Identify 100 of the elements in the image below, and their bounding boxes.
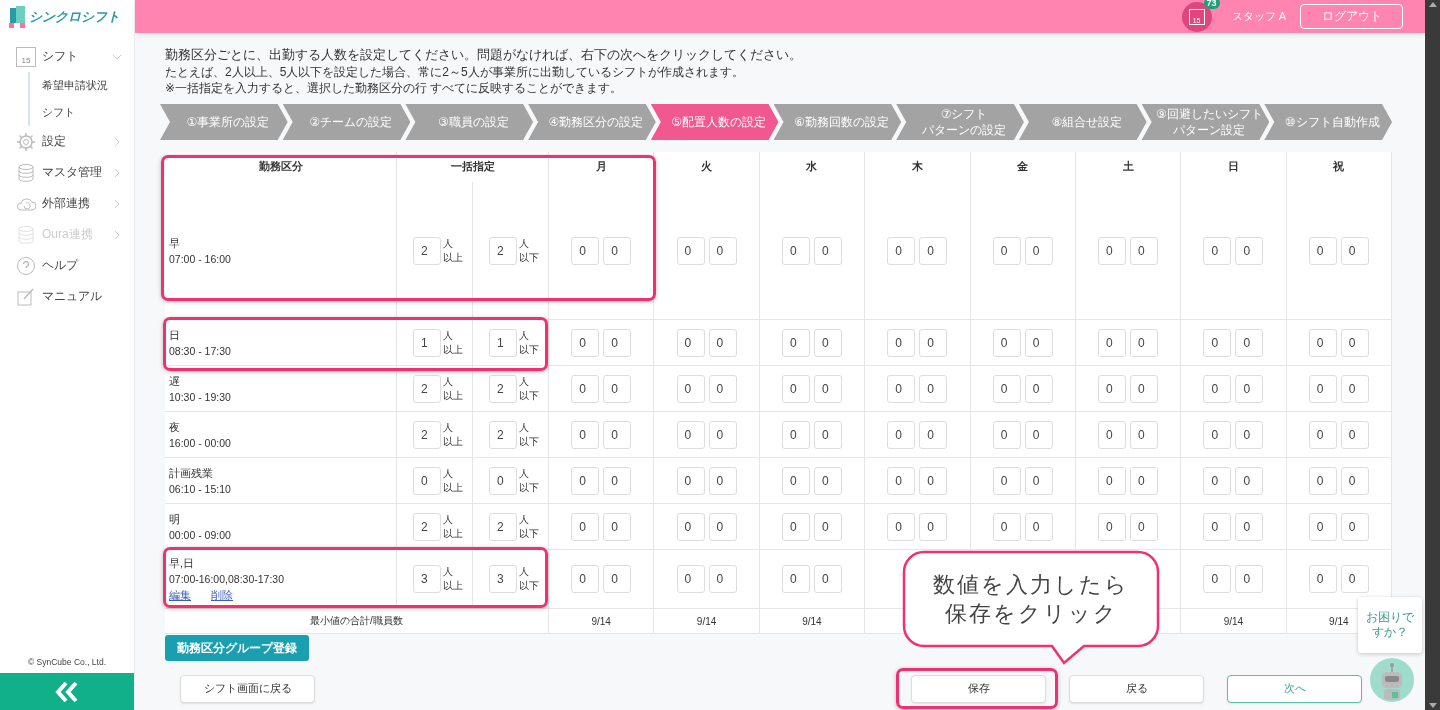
count-input[interactable]: 0	[1340, 466, 1369, 495]
count-input[interactable]: 0	[919, 512, 948, 541]
count-input[interactable]: 0	[1203, 328, 1232, 357]
scroll-up-icon[interactable]	[1427, 0, 1438, 10]
count-input[interactable]: 0	[1235, 420, 1264, 449]
count-input[interactable]: 0	[708, 420, 737, 449]
sidebar-item[interactable]: マニュアル	[0, 281, 134, 312]
count-input[interactable]: 0	[1098, 420, 1127, 449]
chevron-right-icon[interactable]	[112, 198, 122, 209]
count-input[interactable]: 0	[1340, 565, 1369, 593]
count-input[interactable]: 0	[813, 236, 842, 265]
count-input[interactable]: 0	[571, 512, 600, 541]
count-input[interactable]: 0	[1098, 512, 1127, 541]
count-input[interactable]: 0	[676, 512, 705, 541]
count-input[interactable]: 0	[603, 512, 632, 541]
count-input[interactable]: 1	[489, 328, 517, 357]
count-input[interactable]: 0	[1235, 512, 1264, 541]
count-input[interactable]: 0	[1098, 236, 1127, 265]
count-input[interactable]: 0	[813, 374, 842, 403]
count-input[interactable]: 2	[489, 420, 517, 449]
count-input[interactable]: 0	[676, 565, 705, 593]
count-input[interactable]: 0	[1235, 374, 1264, 403]
count-input[interactable]: 0	[1340, 420, 1369, 449]
count-input[interactable]: 2	[489, 512, 517, 541]
count-input[interactable]: 1	[413, 328, 441, 357]
count-input[interactable]: 0	[1024, 512, 1053, 541]
count-input[interactable]: 0	[489, 466, 517, 495]
count-input[interactable]: 0	[1235, 565, 1264, 593]
count-input[interactable]: 0	[603, 420, 632, 449]
count-input[interactable]: 0	[1308, 512, 1337, 541]
row-link[interactable]: 削除	[211, 587, 233, 603]
count-input[interactable]: 0	[676, 374, 705, 403]
chevron-right-icon[interactable]	[112, 167, 122, 178]
count-input[interactable]: 0	[781, 328, 810, 357]
count-input[interactable]: 0	[603, 466, 632, 495]
count-input[interactable]: 2	[413, 420, 441, 449]
count-input[interactable]: 0	[708, 565, 737, 593]
count-input[interactable]: 0	[813, 420, 842, 449]
count-input[interactable]: 0	[781, 466, 810, 495]
sidebar-item[interactable]: 15 シフト	[0, 41, 134, 72]
sidebar-item[interactable]: マスタ管理	[0, 157, 134, 188]
count-input[interactable]: 0	[571, 420, 600, 449]
sidebar-item[interactable]: 外部連携	[0, 188, 134, 219]
count-input[interactable]: 0	[887, 236, 916, 265]
count-input[interactable]: 0	[708, 328, 737, 357]
count-input[interactable]: 0	[571, 236, 600, 265]
count-input[interactable]: 0	[919, 420, 948, 449]
count-input[interactable]: 2	[413, 512, 441, 541]
count-input[interactable]: 0	[992, 512, 1021, 541]
collapse-button[interactable]	[0, 673, 134, 710]
action-button[interactable]: 戻る	[1069, 675, 1204, 703]
count-input[interactable]: 0	[887, 466, 916, 495]
count-input[interactable]: 0	[992, 236, 1021, 265]
count-input[interactable]: 0	[1340, 236, 1369, 265]
count-input[interactable]: 0	[1308, 374, 1337, 403]
count-input[interactable]: 0	[1203, 420, 1232, 449]
count-input[interactable]: 0	[1340, 374, 1369, 403]
count-input[interactable]: 0	[887, 512, 916, 541]
scroll-down-icon[interactable]	[1427, 700, 1438, 710]
sidebar-item[interactable]: ヘルプ	[0, 250, 134, 281]
count-input[interactable]: 0	[813, 466, 842, 495]
action-button[interactable]: 保存	[911, 675, 1046, 703]
count-input[interactable]: 3	[489, 565, 517, 593]
count-input[interactable]: 0	[887, 374, 916, 403]
count-input[interactable]: 0	[992, 374, 1021, 403]
action-button[interactable]: シフト画面に戻る	[180, 675, 315, 703]
count-input[interactable]: 0	[571, 466, 600, 495]
count-input[interactable]: 0	[813, 565, 842, 593]
robot-icon[interactable]	[1370, 658, 1414, 702]
count-input[interactable]: 0	[992, 328, 1021, 357]
count-input[interactable]: 0	[919, 328, 948, 357]
count-input[interactable]: 0	[813, 328, 842, 357]
count-input[interactable]: 0	[1203, 466, 1232, 495]
count-input[interactable]: 0	[1024, 236, 1053, 265]
count-input[interactable]: 0	[887, 328, 916, 357]
count-input[interactable]: 0	[571, 328, 600, 357]
count-input[interactable]: 0	[992, 420, 1021, 449]
count-input[interactable]: 0	[1308, 466, 1337, 495]
count-input[interactable]: 0	[571, 565, 600, 593]
count-input[interactable]: 0	[1130, 374, 1159, 403]
count-input[interactable]: 0	[1024, 420, 1053, 449]
count-input[interactable]: 0	[1130, 512, 1159, 541]
count-input[interactable]: 0	[1098, 466, 1127, 495]
count-input[interactable]: 0	[919, 466, 948, 495]
count-input[interactable]: 0	[603, 565, 632, 593]
count-input[interactable]: 0	[603, 374, 632, 403]
sidebar-item[interactable]: 設定	[0, 126, 134, 157]
count-input[interactable]: 2	[489, 374, 517, 403]
count-input[interactable]: 0	[708, 374, 737, 403]
count-input[interactable]: 0	[781, 236, 810, 265]
count-input[interactable]: 0	[1340, 328, 1369, 357]
count-input[interactable]: 0	[919, 236, 948, 265]
count-input[interactable]: 0	[1130, 466, 1159, 495]
count-input[interactable]: 0	[1340, 512, 1369, 541]
count-input[interactable]: 0	[781, 512, 810, 541]
count-input[interactable]: 0	[571, 374, 600, 403]
count-input[interactable]: 0	[1235, 328, 1264, 357]
count-input[interactable]: 3	[413, 565, 441, 593]
count-input[interactable]: 0	[603, 328, 632, 357]
count-input[interactable]: 2	[413, 374, 441, 403]
